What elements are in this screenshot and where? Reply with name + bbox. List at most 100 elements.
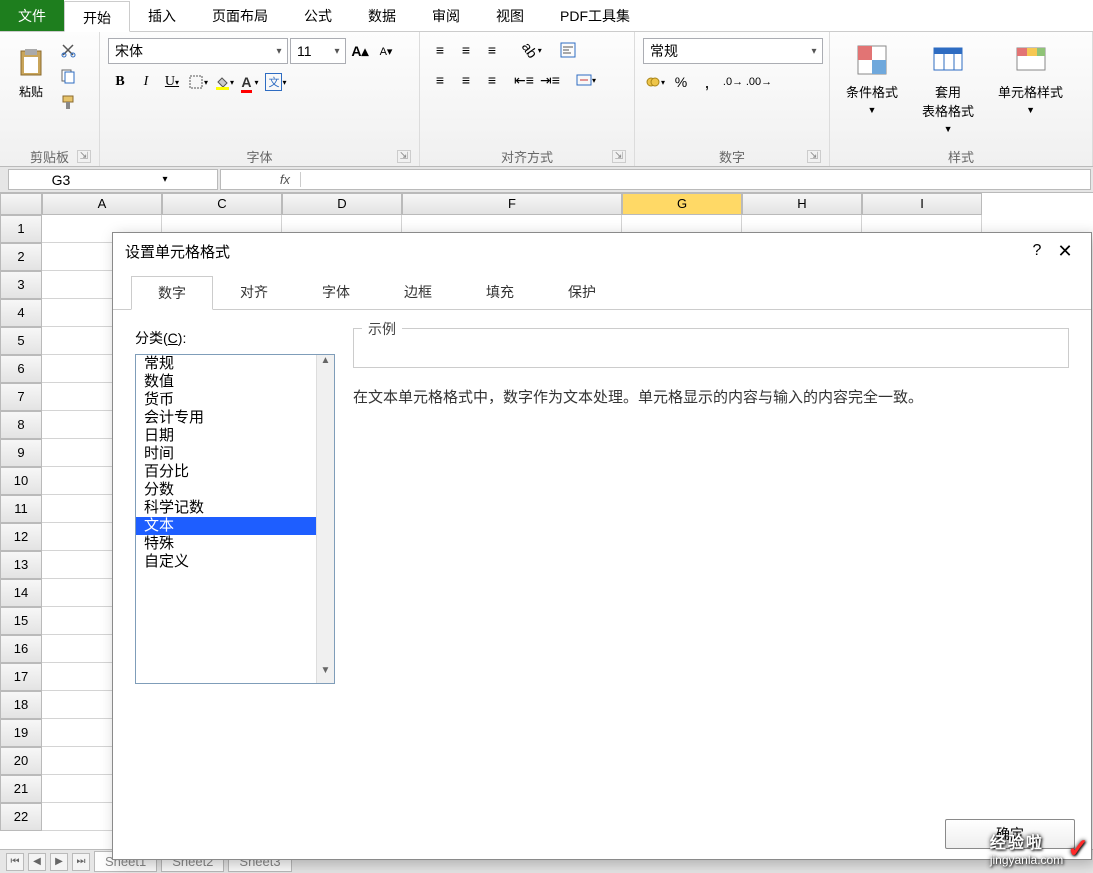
sheet-nav-next[interactable]: ▶ — [50, 853, 68, 871]
category-item[interactable]: 分数 — [136, 481, 334, 499]
category-item[interactable]: 日期 — [136, 427, 334, 445]
chevron-down-icon[interactable]: ▾ — [806, 46, 822, 57]
row-header[interactable]: 20 — [0, 747, 42, 775]
row-header[interactable]: 19 — [0, 719, 42, 747]
orientation-button[interactable]: ab▾ — [520, 38, 544, 62]
column-header[interactable]: C — [162, 193, 282, 215]
copy-button[interactable] — [56, 64, 80, 88]
column-header[interactable]: I — [862, 193, 982, 215]
wrap-text-button[interactable] — [556, 38, 580, 62]
row-header[interactable]: 16 — [0, 635, 42, 663]
category-item[interactable]: 时间 — [136, 445, 334, 463]
scroll-down-icon[interactable]: ▼ — [317, 665, 334, 683]
select-all-corner[interactable] — [0, 193, 42, 215]
percent-button[interactable]: % — [669, 70, 693, 94]
tab-formulas[interactable]: 公式 — [286, 0, 350, 31]
decrease-indent-button[interactable]: ⇤≡ — [512, 68, 536, 92]
category-item[interactable]: 特殊 — [136, 535, 334, 553]
row-header[interactable]: 22 — [0, 803, 42, 831]
number-format-combo[interactable]: 常规▾ — [643, 38, 823, 64]
sheet-nav-last[interactable]: ⏭ — [72, 853, 90, 871]
font-size-combo[interactable]: 11▾ — [290, 38, 346, 64]
conditional-format-button[interactable]: 条件格式 ▼ — [838, 38, 906, 119]
sheet-nav-first[interactable]: ⏮ — [6, 853, 24, 871]
row-header[interactable]: 7 — [0, 383, 42, 411]
alignment-launcher[interactable]: ⇲ — [612, 150, 626, 163]
row-header[interactable]: 4 — [0, 299, 42, 327]
table-format-button[interactable]: 套用 表格格式 ▼ — [914, 38, 982, 138]
category-item[interactable]: 数值 — [136, 373, 334, 391]
tab-file[interactable]: 文件 — [0, 0, 64, 31]
tab-view[interactable]: 视图 — [478, 0, 542, 31]
font-name-combo[interactable]: 宋体▾ — [108, 38, 288, 64]
row-header[interactable]: 12 — [0, 523, 42, 551]
name-box[interactable]: G3 ▾ — [8, 169, 218, 190]
row-header[interactable]: 2 — [0, 243, 42, 271]
font-launcher[interactable]: ⇲ — [397, 150, 411, 163]
align-bottom-button[interactable]: ≡ — [480, 38, 504, 62]
currency-button[interactable]: ▾ — [643, 70, 667, 94]
category-item[interactable]: 会计专用 — [136, 409, 334, 427]
borders-button[interactable]: ▾ — [186, 70, 210, 94]
row-header[interactable]: 11 — [0, 495, 42, 523]
row-header[interactable]: 1 — [0, 215, 42, 243]
listbox-scrollbar[interactable]: ▲ ▼ — [316, 355, 334, 683]
category-listbox[interactable]: 常规数值货币会计专用日期时间百分比分数科学记数文本特殊自定义 ▲ ▼ — [135, 354, 335, 684]
dialog-tab[interactable]: 对齐 — [213, 275, 295, 309]
sheet-nav-prev[interactable]: ◀ — [28, 853, 46, 871]
category-item[interactable]: 常规 — [136, 355, 334, 373]
cut-button[interactable] — [56, 38, 80, 62]
row-header[interactable]: 6 — [0, 355, 42, 383]
tab-data[interactable]: 数据 — [350, 0, 414, 31]
merge-cells-button[interactable]: ▾ — [574, 68, 598, 92]
column-header[interactable]: G — [622, 193, 742, 215]
row-header[interactable]: 13 — [0, 551, 42, 579]
number-launcher[interactable]: ⇲ — [807, 150, 821, 163]
row-header[interactable]: 15 — [0, 607, 42, 635]
dialog-tab[interactable]: 填充 — [459, 275, 541, 309]
decrease-font-button[interactable]: A▾ — [374, 39, 398, 63]
chevron-down-icon[interactable]: ▾ — [113, 174, 217, 185]
row-header[interactable]: 14 — [0, 579, 42, 607]
dialog-close-button[interactable]: ✕ — [1051, 241, 1079, 262]
category-item[interactable]: 自定义 — [136, 553, 334, 571]
align-top-button[interactable]: ≡ — [428, 38, 452, 62]
format-painter-button[interactable] — [56, 90, 80, 114]
tab-pdf-tools[interactable]: PDF工具集 — [542, 0, 648, 31]
row-header[interactable]: 9 — [0, 439, 42, 467]
row-header[interactable]: 8 — [0, 411, 42, 439]
italic-button[interactable]: I — [134, 70, 158, 94]
phonetic-button[interactable]: 文▾ — [264, 70, 288, 94]
comma-button[interactable]: , — [695, 70, 719, 94]
category-item[interactable]: 百分比 — [136, 463, 334, 481]
tab-home[interactable]: 开始 — [64, 1, 130, 32]
row-header[interactable]: 17 — [0, 663, 42, 691]
row-header[interactable]: 3 — [0, 271, 42, 299]
align-left-button[interactable]: ≡ — [428, 68, 452, 92]
chevron-down-icon[interactable]: ▾ — [271, 46, 287, 57]
chevron-down-icon[interactable]: ▾ — [329, 46, 345, 57]
tab-page-layout[interactable]: 页面布局 — [194, 0, 286, 31]
align-right-button[interactable]: ≡ — [480, 68, 504, 92]
increase-indent-button[interactable]: ⇥≡ — [538, 68, 562, 92]
underline-button[interactable]: U▾ — [160, 70, 184, 94]
tab-review[interactable]: 审阅 — [414, 0, 478, 31]
tab-insert[interactable]: 插入 — [130, 0, 194, 31]
dialog-tab[interactable]: 保护 — [541, 275, 623, 309]
scroll-up-icon[interactable]: ▲ — [317, 355, 334, 373]
clipboard-launcher[interactable]: ⇲ — [77, 150, 91, 163]
increase-decimal-button[interactable]: .0→ — [721, 70, 745, 94]
align-middle-button[interactable]: ≡ — [454, 38, 478, 62]
row-header[interactable]: 10 — [0, 467, 42, 495]
dialog-tab[interactable]: 边框 — [377, 275, 459, 309]
column-header[interactable]: D — [282, 193, 402, 215]
category-item[interactable]: 文本 — [136, 517, 334, 535]
increase-font-button[interactable]: A▴ — [348, 39, 372, 63]
dialog-help-button[interactable]: ? — [1023, 242, 1051, 260]
align-center-button[interactable]: ≡ — [454, 68, 478, 92]
font-color-button[interactable]: A▾ — [238, 70, 262, 94]
decrease-decimal-button[interactable]: .00→ — [747, 70, 771, 94]
dialog-tab[interactable]: 字体 — [295, 275, 377, 309]
dialog-tab[interactable]: 数字 — [131, 276, 213, 310]
row-header[interactable]: 21 — [0, 775, 42, 803]
